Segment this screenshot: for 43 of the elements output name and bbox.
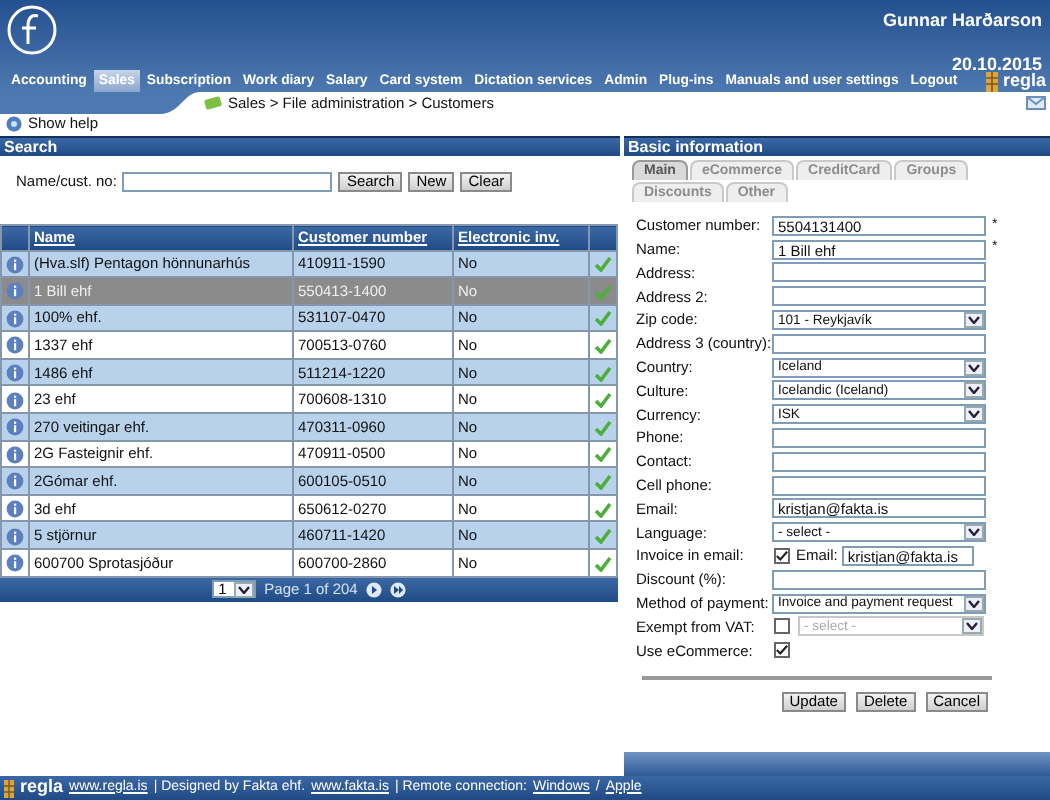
info-icon[interactable] (6, 472, 24, 491)
input-field[interactable] (772, 451, 986, 472)
panel-header: Search (0, 136, 620, 156)
info-icon[interactable] (6, 364, 24, 383)
mail-icon[interactable] (1026, 95, 1046, 110)
checkbox[interactable] (774, 642, 790, 659)
caret-icon[interactable] (968, 528, 980, 537)
caret-icon[interactable] (968, 410, 980, 419)
caret-icon[interactable] (968, 599, 980, 608)
panel-header: Basic information (624, 136, 1050, 156)
info-icon[interactable] (6, 445, 24, 464)
info-icon[interactable] (6, 391, 24, 410)
input-field[interactable] (772, 333, 986, 354)
help-icon[interactable] (6, 116, 22, 132)
input-field[interactable] (772, 262, 986, 283)
search-field[interactable] (122, 171, 333, 192)
input-field[interactable] (772, 569, 986, 590)
input-field[interactable] (772, 286, 986, 307)
money-icon (204, 96, 222, 110)
input-field[interactable] (772, 428, 986, 449)
grid-icon (4, 779, 14, 797)
date-text: 20.10.2015 (951, 52, 1042, 74)
last-icon[interactable] (389, 581, 406, 598)
info-icon[interactable] (6, 282, 24, 301)
brand-logo: regla (1002, 70, 1046, 94)
logo-icon (6, 4, 58, 56)
info-icon[interactable] (6, 554, 24, 573)
caret-icon[interactable] (968, 316, 980, 325)
next-icon[interactable] (365, 581, 382, 598)
info-icon[interactable] (6, 336, 24, 355)
input-field[interactable] (772, 475, 986, 496)
info-icon[interactable] (6, 500, 24, 519)
info-icon[interactable] (6, 527, 24, 546)
caret-icon[interactable] (968, 386, 980, 395)
info-icon[interactable] (6, 418, 24, 437)
info-icon[interactable] (6, 309, 24, 328)
grid-icon (986, 71, 999, 92)
checkbox[interactable] (774, 548, 790, 565)
caret-icon[interactable] (968, 363, 980, 372)
caret-icon[interactable] (238, 585, 251, 594)
user-name: Gunnar Harðarson (882, 8, 1042, 34)
brand-logo: regla (20, 774, 64, 800)
info-icon[interactable] (6, 255, 24, 274)
